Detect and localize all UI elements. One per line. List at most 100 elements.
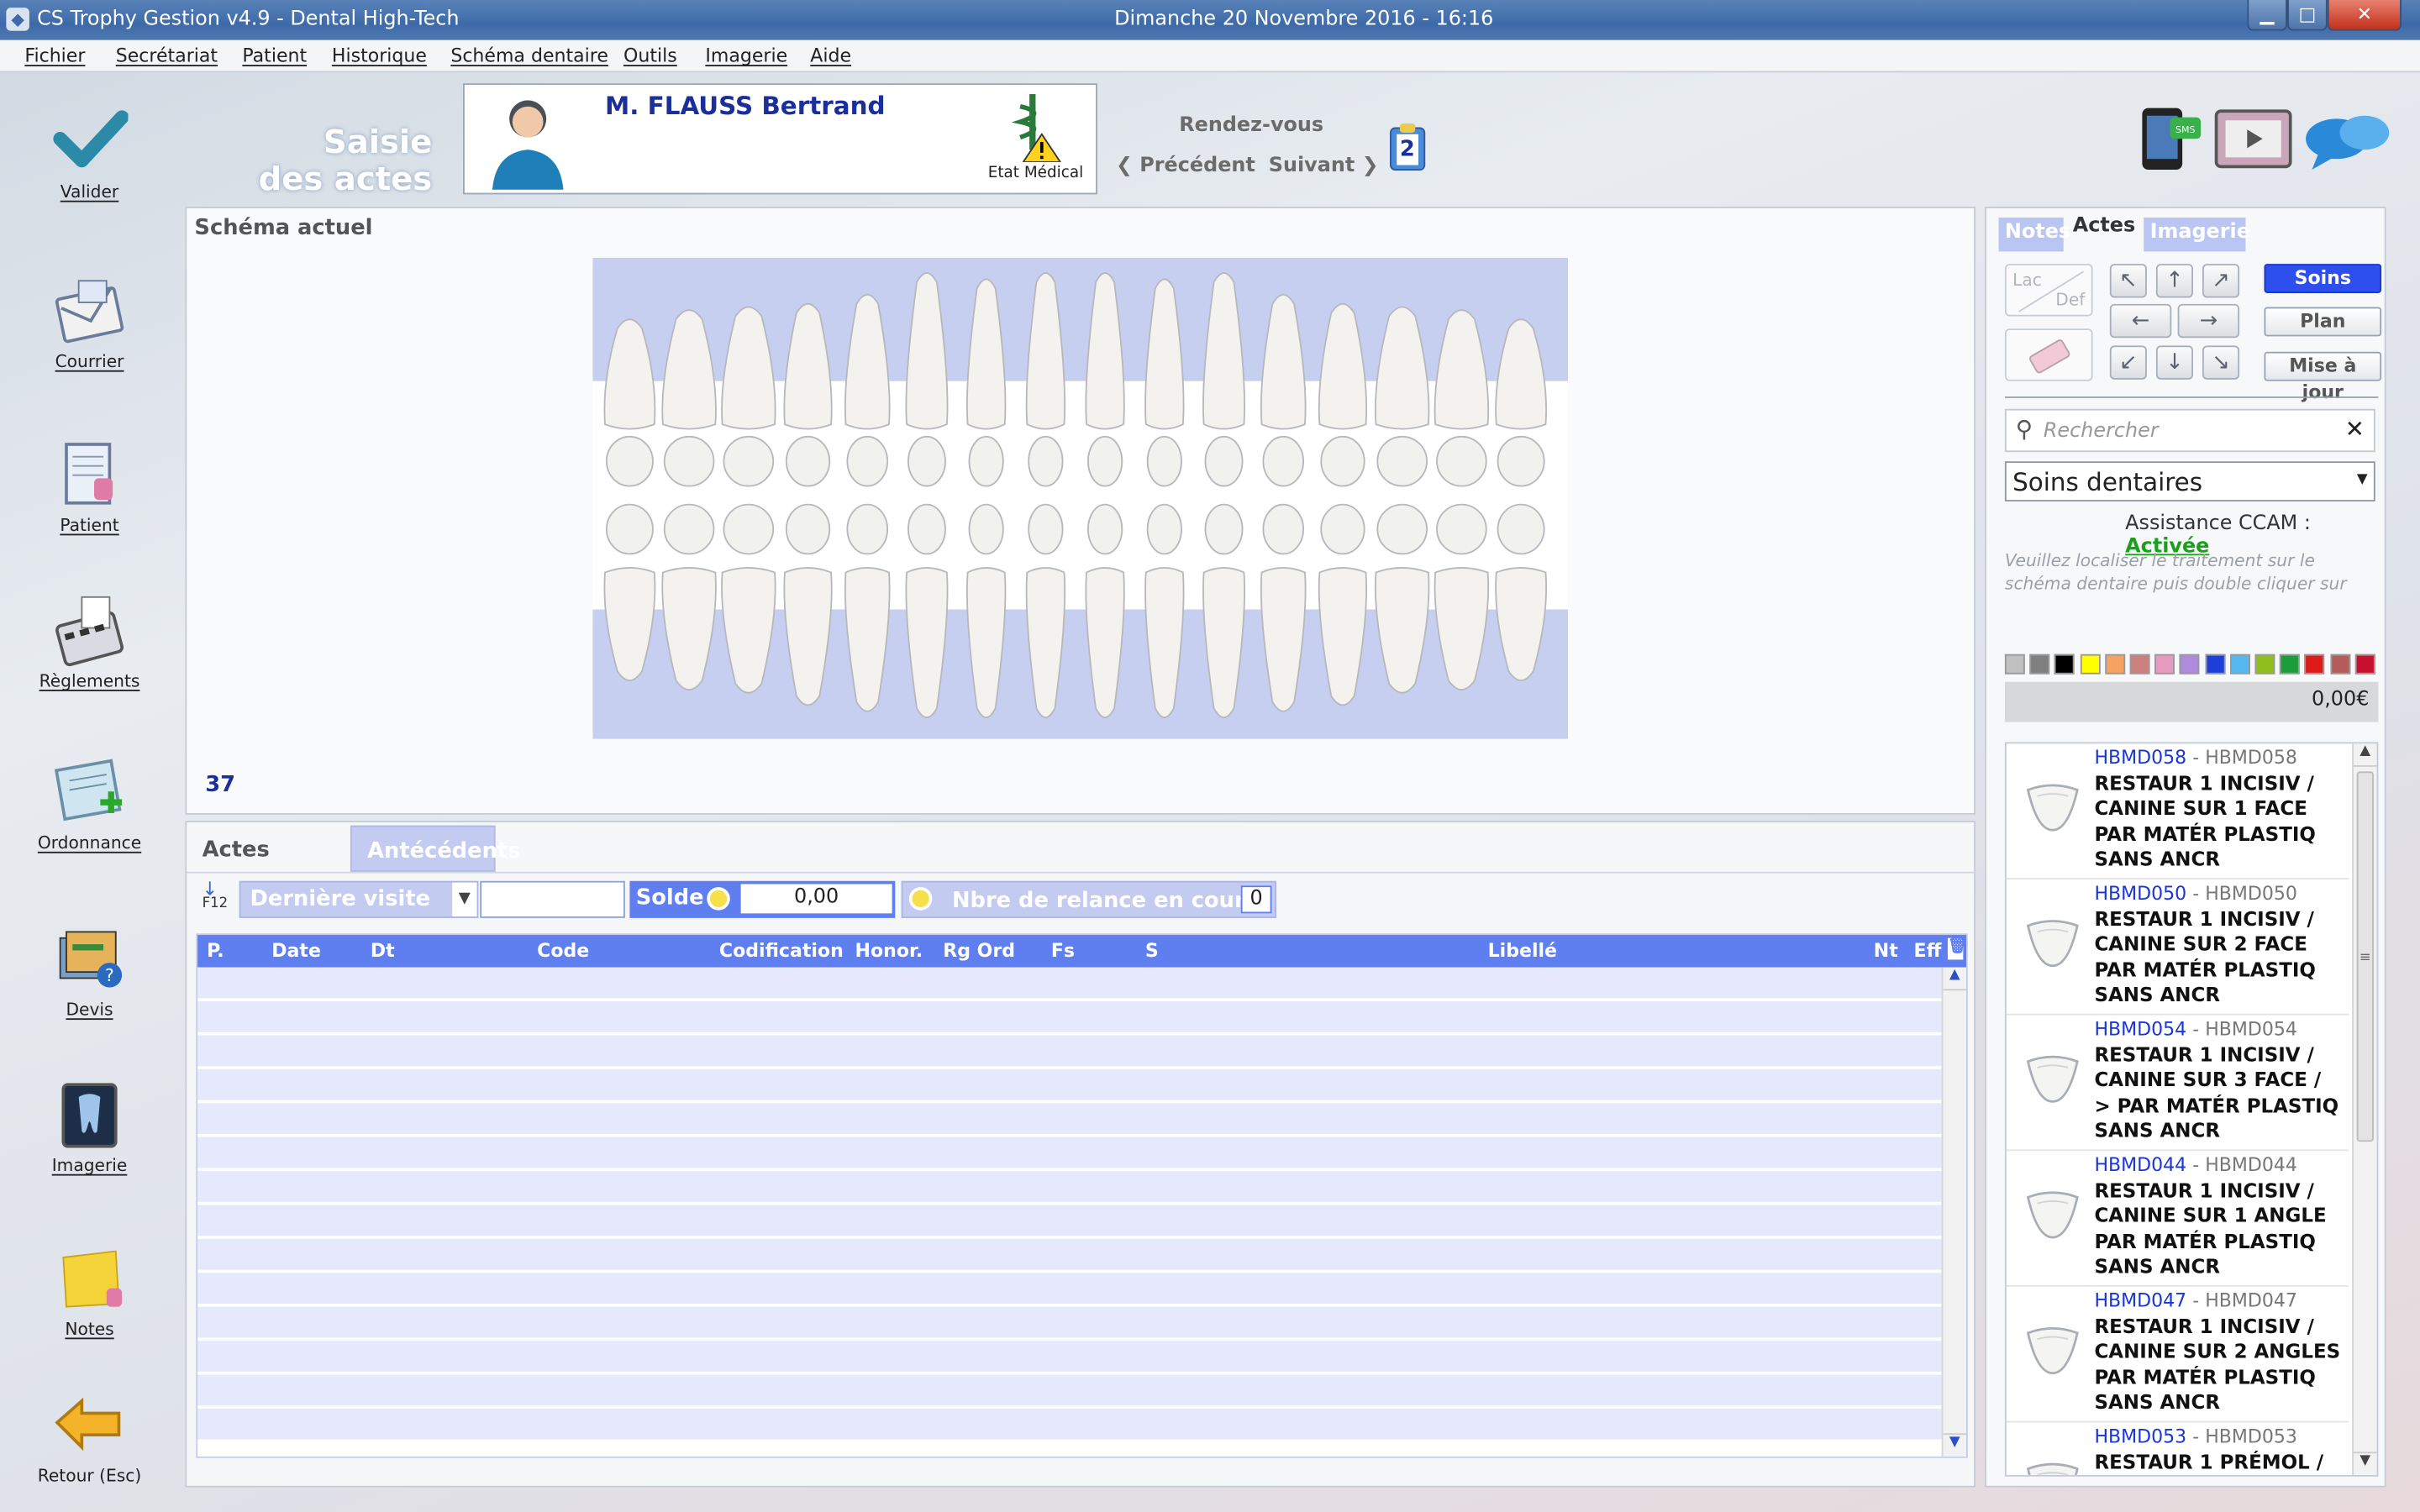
color-swatch[interactable] [2180,654,2201,675]
menu-secretariat[interactable]: Secrétariat [116,45,218,66]
table-row[interactable] [197,1408,1942,1441]
tab-antecedents[interactable]: Antécédents [350,825,521,872]
tab-actes[interactable]: Actes [187,825,350,872]
color-swatch[interactable] [2004,654,2025,675]
arrow-up-left-button[interactable]: ↖ [2109,264,2147,298]
menu-historique[interactable]: Historique [332,45,427,66]
col-libelle[interactable]: Libellé [1488,940,1557,962]
tab-imagerie[interactable]: Imagerie [2144,217,2250,252]
table-row[interactable] [197,1068,1942,1102]
upper-occlusal-14[interactable] [1376,435,1428,487]
appointment-clipboard-icon[interactable]: 2 [1387,122,1428,171]
table-row[interactable] [197,967,1942,1000]
upper-occlusal-15[interactable] [1436,435,1487,487]
eraser-button[interactable] [2004,328,2093,381]
table-row[interactable] [197,1374,1942,1408]
color-swatch[interactable] [2354,654,2375,675]
upper-occlusal-10[interactable] [1146,435,1182,487]
lower-occlusal-16[interactable] [1497,503,1545,555]
upper-occlusal-6[interactable] [908,435,946,487]
arrow-down-button[interactable]: ↓ [2155,345,2194,380]
col-dt[interactable]: Dt [371,940,395,962]
reglements-button[interactable]: Règlements [9,594,170,691]
category-select[interactable]: Soins dentaires ▼ [2004,461,2375,501]
etat-medical-label[interactable]: Etat Médical [974,165,1097,182]
act-item[interactable]: HBMD053 - HBMD053 RESTAUR 1 PRÉMOL / [2007,1422,2349,1475]
col-nt[interactable]: Nt [1874,940,1898,962]
imagerie-button[interactable]: Imagerie [9,1079,170,1176]
act-item[interactable]: HBMD050 - HBMD050 RESTAUR 1 INCISIV / CAN… [2006,879,2349,1016]
arrow-down-left-button[interactable]: ↙ [2109,345,2147,380]
lower-occlusal-9[interactable] [1086,503,1123,555]
col-s[interactable]: S [1145,940,1159,962]
lower-occlusal-14[interactable] [1376,503,1428,555]
lower-occlusal-6[interactable] [908,503,946,555]
precedent-button[interactable]: ❮ Précédent [1116,155,1255,178]
maximize-button[interactable]: □ [2287,0,2328,31]
chat-bubbles-icon[interactable] [2302,111,2392,179]
lower-occlusal-15[interactable] [1436,503,1487,555]
derniere-visite-select[interactable]: Dernière visite ▼ [239,880,479,918]
notes-button[interactable]: Notes [9,1242,170,1339]
upper-occlusal-5[interactable] [846,435,889,487]
color-swatch[interactable] [2129,654,2150,675]
color-swatch[interactable] [2254,654,2275,675]
upper-occlusal-2[interactable] [663,435,715,487]
acts-table-scrollbar[interactable]: ▲ ▼ [1941,967,1967,1457]
upper-occlusal-7[interactable] [968,435,1004,487]
act-item[interactable]: HBMD058 - HBMD058 RESTAUR 1 INCISIV / CAN… [2006,743,2349,879]
col-eff[interactable]: Eff [1914,940,1942,962]
table-row[interactable] [197,1035,1942,1068]
menu-aide[interactable]: Aide [810,45,851,66]
lower-occlusal-11[interactable] [1204,503,1244,555]
dropdown-arrow-icon[interactable]: ▼ [452,882,477,917]
tab-actes-right[interactable]: Actes [2066,212,2137,245]
scroll-up-icon[interactable]: ▲ [2354,743,2377,767]
sms-phone-icon[interactable]: SMS [2136,105,2204,179]
tab-notes[interactable]: Notes [1998,217,2070,252]
lower-occlusal-12[interactable] [1262,503,1305,555]
minimize-button[interactable]: ▁ [2247,0,2288,31]
menu-schema-dentaire[interactable]: Schéma dentaire [450,45,608,66]
table-row[interactable] [197,1137,1942,1170]
derniere-visite-field[interactable] [480,880,625,918]
menu-outils[interactable]: Outils [623,45,677,66]
dropdown-arrow-icon[interactable]: ▼ [2357,472,2368,487]
col-date[interactable]: Date [271,940,321,962]
lower-occlusal-7[interactable] [968,503,1004,555]
upper-occlusal-12[interactable] [1262,435,1305,487]
menu-imagerie[interactable]: Imagerie [705,45,787,66]
color-swatch[interactable] [2229,654,2250,675]
col-code[interactable]: Code [537,940,589,962]
act-item[interactable]: HBMD054 - HBMD054 RESTAUR 1 INCISIV / CAN… [2006,1016,2349,1152]
upper-occlusal-8[interactable] [1028,435,1064,487]
caduceus-warning-icon[interactable] [1005,91,1066,168]
mise-a-jour-button[interactable]: Mise à jour [2264,351,2382,402]
search-input[interactable]: ⚲ Rechercher ✕ [2004,408,2375,453]
table-row[interactable] [197,1205,1942,1238]
color-swatch[interactable] [2054,654,2075,675]
upper-occlusal-3[interactable] [723,435,775,487]
valider-button[interactable]: Valider [9,105,170,202]
arrow-up-button[interactable]: ↑ [2155,264,2194,298]
color-swatch[interactable] [2029,654,2050,675]
menu-fichier[interactable]: Fichier [24,45,85,66]
lower-occlusal-5[interactable] [846,503,889,555]
upper-occlusal-4[interactable] [785,435,831,487]
table-row[interactable] [197,1238,1942,1272]
plan-button[interactable]: Plan [2264,307,2382,337]
dental-chart[interactable] [592,257,1569,739]
retour-button[interactable]: Retour (Esc) [9,1389,170,1486]
scroll-down-icon[interactable]: ▼ [2354,1452,2377,1475]
lower-occlusal-10[interactable] [1146,503,1182,555]
color-swatch[interactable] [2154,654,2175,675]
col-ord[interactable]: Ord [977,940,1015,962]
scroll-thumb[interactable]: ≡ [2356,771,2374,1142]
soins-button[interactable]: Soins [2264,264,2382,293]
arrow-down-right-button[interactable]: ↘ [2202,345,2240,380]
upper-occlusal-9[interactable] [1086,435,1123,487]
act-item[interactable]: HBMD044 - HBMD044 RESTAUR 1 INCISIV / CAN… [2006,1151,2349,1287]
suivant-button[interactable]: Suivant ❯ [1269,155,1379,178]
table-row[interactable] [197,1001,1942,1034]
upper-occlusal-11[interactable] [1204,435,1244,487]
